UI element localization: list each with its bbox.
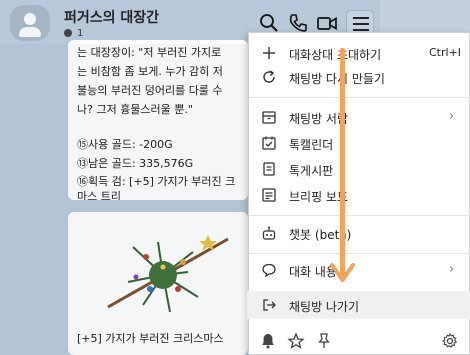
bot-icon bbox=[261, 225, 277, 241]
star-icon[interactable] bbox=[287, 332, 305, 350]
room-avatar[interactable] bbox=[10, 5, 50, 41]
menu-item-chatbot[interactable]: 챗봇 (beta) bbox=[249, 221, 470, 245]
chevron-right-icon: › bbox=[449, 109, 455, 124]
menu-item-shortcut: Ctrl+I bbox=[429, 46, 462, 59]
drawer-icon bbox=[261, 109, 277, 125]
menu-divider bbox=[249, 253, 470, 254]
settings-gear-icon[interactable] bbox=[441, 332, 459, 350]
menu-item-calendar[interactable]: 톡캘린더 bbox=[249, 131, 470, 155]
overlay-dim bbox=[0, 44, 248, 355]
menu-item-invite[interactable]: 대화상대 초대하기 Ctrl+I bbox=[249, 41, 470, 65]
menu-item-label: 채팅방 다시 만들기 bbox=[289, 72, 385, 86]
menu-footer bbox=[249, 326, 470, 355]
calendar-icon bbox=[261, 135, 277, 151]
menu-item-label: 채팅방 나가기 bbox=[289, 300, 360, 314]
video-call-icon[interactable] bbox=[316, 12, 338, 34]
member-count-value: 1 bbox=[77, 28, 84, 39]
refresh-icon bbox=[261, 69, 277, 85]
chat-room-menu: 대화상대 초대하기 Ctrl+I 채팅방 다시 만들기 채팅방 서랍 › 톡캘린… bbox=[247, 32, 470, 355]
briefing-icon bbox=[261, 187, 277, 203]
member-count[interactable]: 1 bbox=[64, 28, 83, 39]
call-icon[interactable] bbox=[287, 12, 309, 34]
pin-icon[interactable] bbox=[315, 332, 333, 350]
board-icon bbox=[261, 161, 277, 177]
annotation-arrow-line bbox=[340, 48, 345, 276]
menu-item-label: 톡캘린더 bbox=[289, 138, 334, 152]
person-icon bbox=[64, 29, 72, 37]
chevron-right-icon: › bbox=[449, 262, 455, 277]
menu-item-label: 톡게시판 bbox=[289, 164, 334, 178]
menu-divider bbox=[249, 215, 470, 216]
menu-divider bbox=[249, 97, 470, 98]
menu-item-chat-content[interactable]: 대화 내용 › bbox=[249, 258, 470, 282]
menu-item-label: 대화상대 초대하기 bbox=[289, 48, 382, 62]
menu-item-board[interactable]: 톡게시판 bbox=[249, 157, 470, 181]
menu-item-drawer[interactable]: 채팅방 서랍 › bbox=[249, 105, 470, 129]
bell-icon[interactable] bbox=[259, 332, 277, 350]
plus-icon bbox=[261, 45, 277, 61]
search-icon[interactable] bbox=[258, 12, 280, 34]
menu-item-recreate-room[interactable]: 채팅방 다시 만들기 bbox=[249, 65, 470, 89]
exit-icon bbox=[261, 297, 277, 313]
menu-item-briefing-board[interactable]: 브리핑 보드 bbox=[249, 183, 470, 207]
annotation-arrow-head bbox=[330, 263, 355, 282]
menu-item-leave-room[interactable]: 채팅방 나가기 bbox=[247, 291, 470, 319]
room-title: 퍼거스의 대장간 bbox=[64, 10, 160, 26]
chat-bubble-icon bbox=[261, 262, 277, 278]
